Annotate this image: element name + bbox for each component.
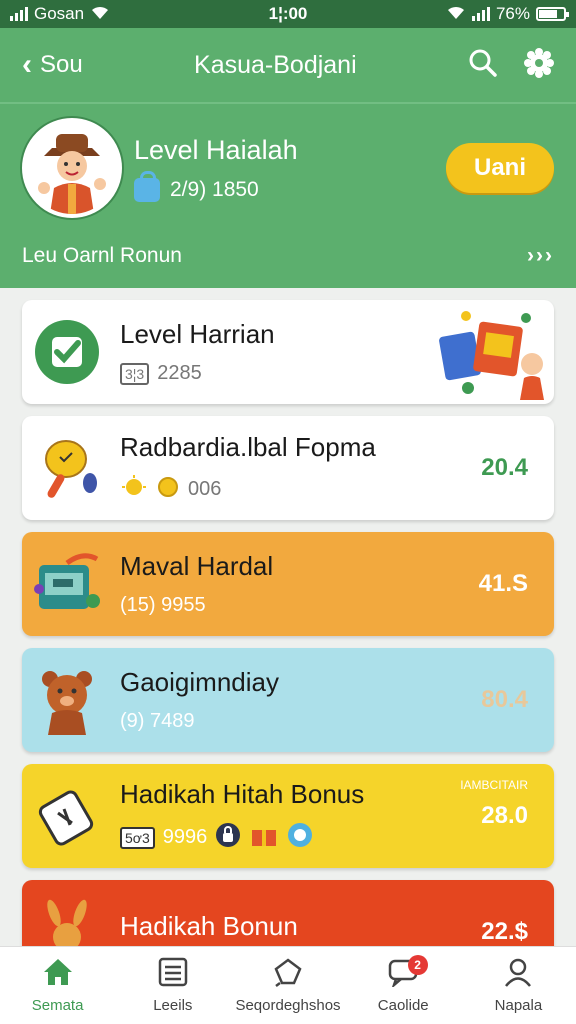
profile-icon — [502, 957, 534, 991]
nav-label: Leeils — [153, 997, 193, 1014]
avatar[interactable] — [22, 118, 122, 218]
status-bar: Gosan 1¦:00 76% — [0, 0, 576, 28]
lock-icon — [215, 822, 241, 854]
list-item[interactable]: Radbardia.lbal Fopma 006 20.4 — [22, 416, 554, 520]
cash-box-icon — [22, 539, 112, 629]
notification-badge: 2 — [407, 955, 428, 975]
chat-icon — [272, 957, 304, 991]
profile-action-button[interactable]: Uani — [446, 143, 554, 193]
battery-icon — [536, 7, 569, 21]
card-subtitle: 006 — [188, 478, 222, 500]
nav-item-profile[interactable]: Napala — [461, 947, 576, 1024]
home-icon — [42, 957, 74, 991]
list-item[interactable]: Hadikah Hitah Bonus 5ơ3 9996 IAMBCITAIR … — [22, 764, 554, 868]
chevron-left-icon: ‹ — [22, 48, 32, 81]
sun-icon — [120, 474, 148, 505]
nav-label: Seqordeghshos — [235, 997, 341, 1014]
bear-icon — [22, 655, 112, 745]
profile-section: Level Haialah 2/9) 1850 Uani — [22, 116, 554, 220]
battery-level — [539, 10, 558, 18]
card-subtitle: (9) 7489 — [120, 710, 195, 732]
bottom-nav: Semata Leeils Seqordeghshos 2 Caolide Na… — [0, 946, 576, 1024]
nav-item-messages[interactable]: 2 Caolide — [346, 947, 461, 1024]
card-value: 80.4 — [481, 686, 528, 713]
card-value: 22.$ — [481, 918, 528, 945]
card-subtitle: 2285 — [157, 362, 202, 384]
nav-item-list[interactable]: Leeils — [115, 947, 230, 1024]
profile-code: 2/9) 1850 — [170, 177, 259, 201]
rattle-icon — [22, 423, 112, 513]
card-subtitle: 9996 — [162, 826, 208, 848]
page-title: Kasua-Bodjani — [194, 50, 357, 79]
treasure-illustration — [438, 304, 548, 404]
card-subtitle: (15) 9955 — [120, 594, 206, 616]
top-app-bar: ‹ Sou Kasua-Bodjani — [0, 28, 576, 102]
list-item[interactable]: Maval Hardal (15) 9955 41.S — [22, 532, 554, 636]
bonus-link[interactable]: Leu Oarnl Ronun ››› — [22, 244, 554, 268]
wifi-icon — [90, 4, 110, 25]
card-sub-chip: 5ơ3 — [120, 826, 155, 849]
bonus-link-label: Leu Oarnl Ronun — [22, 244, 182, 267]
nav-item-chat[interactable]: Seqordeghshos — [230, 947, 345, 1024]
card-value: 28.0 — [481, 802, 528, 829]
back-button[interactable]: ‹ Sou — [22, 48, 83, 82]
gear-icon[interactable] — [524, 47, 554, 83]
badge-icon — [287, 822, 313, 854]
back-label: Sou — [40, 51, 83, 78]
battery-percent: 76% — [495, 4, 530, 23]
bonus-list: Level Harrian 3¦3 2285 Radbardia.lbal Fo… — [22, 300, 554, 996]
nav-label: Caolide — [377, 997, 429, 1014]
wifi-icon — [446, 4, 466, 25]
nav-label: Napala — [494, 997, 543, 1014]
signal-icon — [471, 7, 490, 21]
header: ‹ Sou Kasua-Bodjani Level Haialah 2/9) 1… — [0, 28, 576, 288]
more-arrows-icon: ››› — [527, 244, 554, 267]
card-value: 41.S — [478, 570, 528, 597]
carrier-name: Gosan — [34, 4, 85, 23]
list-item[interactable]: Level Harrian 3¦3 2285 — [22, 300, 554, 404]
lock-icon — [134, 170, 160, 202]
card-tag: IAMBCITAIR — [460, 778, 528, 792]
gift-box-icon — [249, 822, 279, 854]
nav-item-home[interactable]: Semata — [0, 947, 115, 1024]
profile-name: Level Haialah — [134, 134, 298, 165]
nav-label: Semata — [31, 997, 84, 1014]
list-icon — [157, 957, 189, 991]
shield-check-icon — [22, 307, 112, 397]
coin-icon — [156, 476, 180, 503]
ticket-icon — [22, 771, 112, 861]
signal-icon — [10, 7, 28, 21]
card-sub-chip: 3¦3 — [120, 362, 150, 385]
header-divider — [0, 102, 576, 104]
search-icon[interactable] — [468, 48, 498, 83]
list-item[interactable]: Gaoigimndiay (9) 7489 80.4 — [22, 648, 554, 752]
status-time: 1¦:00 — [268, 4, 308, 23]
card-value: 20.4 — [481, 454, 528, 481]
